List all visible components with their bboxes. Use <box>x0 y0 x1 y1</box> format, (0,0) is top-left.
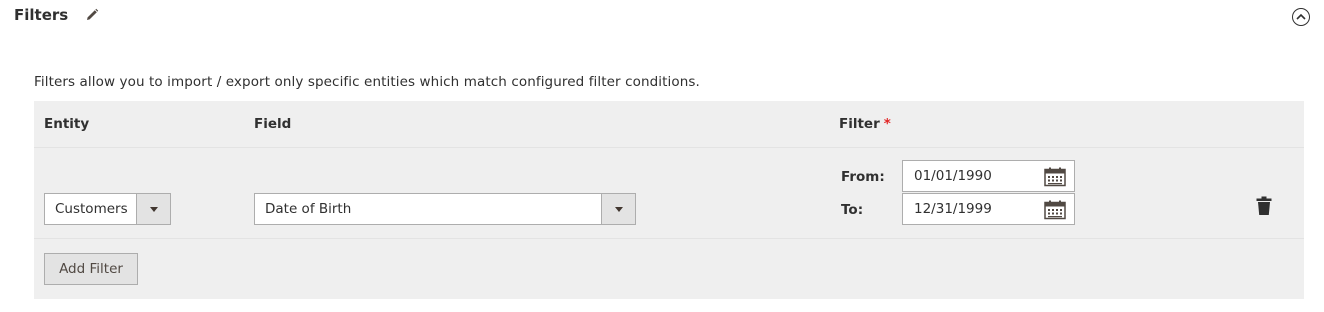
add-filter-button[interactable]: Add Filter <box>44 253 138 285</box>
from-label: From: <box>841 169 885 185</box>
to-date-field[interactable] <box>902 193 1075 225</box>
entity-select-toggle[interactable] <box>136 194 170 224</box>
entity-select-value: Customers <box>55 201 128 217</box>
section-title-text: Filters <box>14 6 69 24</box>
row-divider <box>34 238 1304 239</box>
entity-select[interactable]: Customers <box>44 193 171 225</box>
calendar-icon[interactable] <box>1044 167 1066 187</box>
section-title: Filters <box>14 6 100 24</box>
field-select[interactable]: Date of Birth <box>254 193 636 225</box>
filters-grid: Entity Field Filter * Customers Date of B… <box>34 101 1304 299</box>
to-label: To: <box>841 202 864 218</box>
calendar-icon[interactable] <box>1044 200 1066 220</box>
chevron-down-icon <box>149 206 158 212</box>
collapse-toggle-button[interactable] <box>1292 8 1310 26</box>
filters-description: Filters allow you to import / export onl… <box>34 74 700 90</box>
required-mark: * <box>883 116 891 132</box>
pencil-icon[interactable] <box>84 7 100 23</box>
to-date-input[interactable] <box>914 201 1034 217</box>
field-select-value: Date of Birth <box>265 201 352 217</box>
column-header-field: Field <box>254 116 292 132</box>
chevron-down-icon <box>614 206 623 212</box>
chevron-up-icon <box>1296 13 1306 21</box>
from-date-input[interactable] <box>914 168 1034 184</box>
column-header-filter-label: Filter <box>839 116 880 132</box>
column-header-filter: Filter * <box>839 116 891 132</box>
from-date-field[interactable] <box>902 160 1075 192</box>
grid-header: Entity Field Filter * <box>34 101 1304 148</box>
field-select-toggle[interactable] <box>601 194 635 224</box>
trash-icon[interactable] <box>1256 196 1272 216</box>
column-header-entity: Entity <box>44 116 90 132</box>
